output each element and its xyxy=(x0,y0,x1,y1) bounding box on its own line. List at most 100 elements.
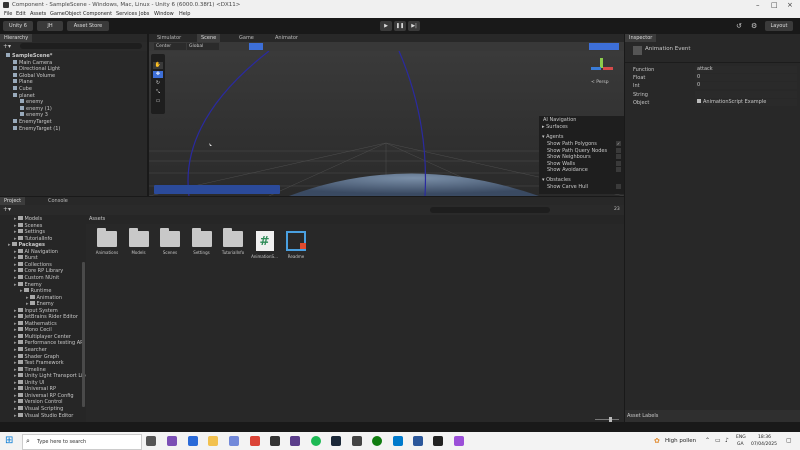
scale-tool-icon[interactable]: ⤡ xyxy=(153,89,163,96)
tree-expand-icon[interactable]: ▸ xyxy=(14,229,17,235)
tab-game[interactable]: Game xyxy=(235,34,258,42)
menu-edit[interactable]: Edit xyxy=(16,11,26,17)
minimize-icon[interactable]: – xyxy=(756,1,760,9)
asset-tile[interactable]: Settings xyxy=(188,228,216,255)
tab-animator[interactable]: Animator xyxy=(271,34,302,42)
settings-icon[interactable]: ⚙ xyxy=(751,22,757,30)
keyboard-layout[interactable]: GA xyxy=(737,442,744,447)
agents-foldout[interactable]: ▾ Agents xyxy=(542,134,564,140)
persp-label[interactable]: < Persp xyxy=(591,80,609,85)
visual-studio-icon[interactable] xyxy=(167,436,177,446)
project-tree-item[interactable]: ▸ Core RP Library xyxy=(14,268,63,274)
field-value[interactable] xyxy=(695,90,797,98)
tree-expand-icon[interactable]: ▸ xyxy=(14,340,17,346)
asset-tile[interactable]: Models xyxy=(125,228,153,255)
tree-expand-icon[interactable]: ▸ xyxy=(26,301,29,307)
hierarchy-item[interactable]: SampleScene* xyxy=(6,53,52,59)
rect-tool-icon[interactable]: ▭ xyxy=(153,98,163,105)
add-icon[interactable]: +▾ xyxy=(3,43,11,50)
tab-hierarchy[interactable]: Hierarchy xyxy=(0,34,33,42)
taskbar-search-box[interactable]: ⌕ Type here to search xyxy=(22,434,142,450)
pivot-dropdown[interactable]: Center xyxy=(154,43,186,50)
orientation-gizmo[interactable]: < Persp xyxy=(589,58,615,88)
windows-start-icon[interactable]: ⊞ xyxy=(5,435,13,446)
field-value[interactable]: 0 xyxy=(695,82,797,90)
hierarchy-item[interactable]: EnemyTarget xyxy=(13,119,52,125)
project-tree-item[interactable]: ▸ AI Navigation xyxy=(14,248,58,255)
tab-scene[interactable]: Scene xyxy=(197,34,221,42)
project-tree-item[interactable]: ▸ Performance testing API xyxy=(14,340,85,346)
notepad-icon[interactable] xyxy=(188,436,198,446)
unity-hub-icon[interactable] xyxy=(352,436,362,446)
language-code[interactable]: ENG xyxy=(736,435,746,440)
hierarchy-search-bar[interactable]: +▾ xyxy=(0,42,147,51)
create-asset-icon[interactable]: +▾ xyxy=(3,206,11,213)
hierarchy-item[interactable]: enemy 3 xyxy=(20,112,48,118)
vscode-icon[interactable] xyxy=(393,436,403,446)
project-tree-item[interactable]: ▸ Timeline xyxy=(14,366,46,373)
asset-tile[interactable]: # AnimationS... xyxy=(251,231,279,259)
tree-expand-icon[interactable]: ▸ xyxy=(14,308,17,314)
tree-expand-icon[interactable]: ▸ xyxy=(14,223,17,229)
zoom-slider[interactable] xyxy=(595,417,619,422)
project-tree-item[interactable]: ▸ Searcher xyxy=(14,347,47,353)
tree-expand-icon[interactable]: ▸ xyxy=(14,360,17,366)
project-tree-item[interactable]: ▸ Universal RP Config xyxy=(14,392,74,399)
space-dropdown[interactable]: Global xyxy=(187,43,219,50)
move-tool-icon[interactable]: ✥ xyxy=(153,71,163,78)
project-tree-item[interactable]: ▸ Visual Studio Editor xyxy=(14,412,73,419)
project-tree-item[interactable]: ▸ Mathematics xyxy=(14,320,57,327)
asset-labels-bar[interactable]: Asset Labels xyxy=(625,410,800,422)
project-tree-item[interactable]: ▸ Animation xyxy=(26,294,62,301)
tab-simulator[interactable]: Simulator xyxy=(153,34,185,42)
volume-icon[interactable]: ♪ xyxy=(725,437,729,444)
tree-expand-icon[interactable]: ▸ xyxy=(14,255,17,261)
tree-expand-icon[interactable]: ▸ xyxy=(14,216,17,222)
project-tree-item[interactable]: ▸ Visual Scripting xyxy=(14,405,63,412)
word-icon[interactable] xyxy=(413,436,423,446)
obs-icon[interactable] xyxy=(290,436,300,446)
pause-button[interactable]: ❚❚ xyxy=(394,21,406,31)
tree-expand-icon[interactable]: ▸ xyxy=(14,380,17,386)
unity-version-button[interactable]: Unity 6 xyxy=(3,21,33,31)
asset-tile[interactable]: Scenes xyxy=(156,228,184,255)
surfaces-foldout[interactable]: ▸ Surfaces xyxy=(542,124,568,130)
tree-expand-icon[interactable]: ▸ xyxy=(14,334,17,340)
menu-services[interactable]: Services xyxy=(116,11,137,17)
tree-expand-icon[interactable]: ▸ xyxy=(14,236,17,242)
layout-dropdown[interactable]: Layout xyxy=(765,21,793,31)
tray-chevron-icon[interactable]: ⌃ xyxy=(705,437,710,444)
hierarchy-item[interactable]: Cube xyxy=(13,86,32,92)
menu-file[interactable]: File xyxy=(4,11,12,17)
project-tree-item[interactable]: ▸ Universal RP xyxy=(14,386,56,392)
rotate-tool-icon[interactable]: ↻ xyxy=(153,80,163,87)
rider-icon[interactable] xyxy=(454,436,464,446)
tree-expand-icon[interactable]: ▸ xyxy=(14,321,17,327)
network-icon[interactable]: ▭ xyxy=(715,437,721,444)
hierarchy-item[interactable]: EnemyTarget (1) xyxy=(13,125,60,132)
tree-expand-icon[interactable]: ▸ xyxy=(14,249,17,255)
tree-expand-icon[interactable]: ▸ xyxy=(14,314,17,320)
project-tree-item[interactable]: ▸ Scenes xyxy=(14,222,42,229)
hierarchy-item[interactable]: enemy xyxy=(20,99,43,105)
tab-project[interactable]: Project xyxy=(0,197,26,205)
hierarchy-item[interactable]: enemy (1) xyxy=(20,105,52,112)
project-tree-item[interactable]: ▸ Multiplayer Center xyxy=(14,333,71,340)
project-tree-item[interactable]: ▸ Unity Light Transport Libr xyxy=(14,373,86,379)
project-tree-item[interactable]: ▸ Test Framework xyxy=(14,360,64,366)
obstacles-foldout[interactable]: ▾ Obstacles xyxy=(542,177,571,183)
play-button[interactable]: ▶ xyxy=(380,21,392,31)
task-view-icon[interactable] xyxy=(146,436,156,446)
project-tree-item[interactable]: ▸ Packages xyxy=(8,242,45,248)
tree-expand-icon[interactable]: ▸ xyxy=(14,386,17,392)
hand-tool-icon[interactable]: ✋ xyxy=(153,62,163,69)
project-tree-item[interactable]: ▸ Models xyxy=(14,216,42,222)
notifications-icon[interactable]: ▢ xyxy=(786,437,792,444)
field-value[interactable]: 0 xyxy=(695,74,797,82)
tree-expand-icon[interactable]: ▸ xyxy=(14,399,17,405)
checkbox-icon[interactable]: ✓ xyxy=(616,141,621,146)
tab-console[interactable]: Console xyxy=(44,197,72,205)
project-tree-item[interactable]: ▸ TutorialInfo xyxy=(14,235,52,242)
zoom-slider-handle[interactable] xyxy=(609,417,612,422)
terminal-icon[interactable] xyxy=(270,436,280,446)
